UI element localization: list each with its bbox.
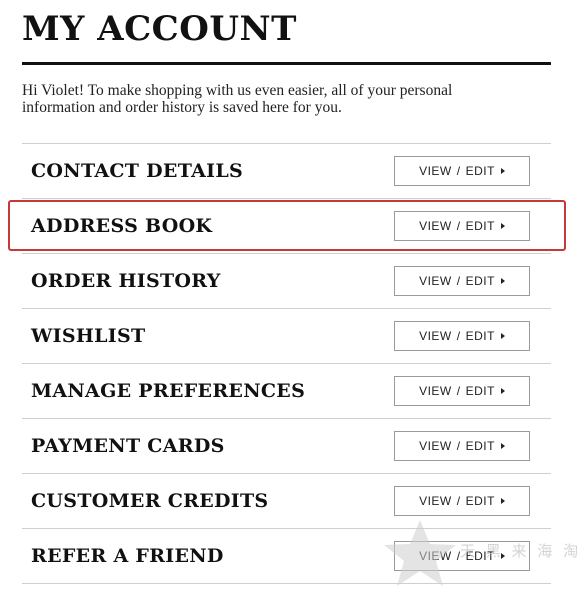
intro-line-2: information and order history is saved h… bbox=[22, 99, 342, 116]
edit-label: EDIT bbox=[465, 494, 495, 508]
section-label: PAYMENT CARDS bbox=[31, 435, 225, 457]
section-label: CONTACT DETAILS bbox=[31, 160, 244, 182]
view-label: VIEW bbox=[419, 384, 452, 398]
view-edit-button[interactable]: VIEW / EDIT bbox=[394, 156, 530, 186]
separator: / bbox=[456, 549, 461, 563]
section-row-manage-preferences: MANAGE PREFERENCES VIEW / EDIT bbox=[22, 363, 551, 418]
edit-label: EDIT bbox=[465, 549, 495, 563]
view-label: VIEW bbox=[419, 494, 452, 508]
edit-label: EDIT bbox=[465, 384, 495, 398]
separator: / bbox=[456, 384, 461, 398]
section-row-address-book: ADDRESS BOOK VIEW / EDIT bbox=[22, 198, 551, 253]
section-label: WISHLIST bbox=[31, 325, 146, 347]
separator: / bbox=[456, 439, 461, 453]
section-label: CUSTOMER CREDITS bbox=[31, 490, 269, 512]
page-title: MY ACCOUNT bbox=[22, 9, 297, 49]
section-row-wishlist: WISHLIST VIEW / EDIT bbox=[22, 308, 551, 363]
view-label: VIEW bbox=[419, 274, 452, 288]
section-label: REFER A FRIEND bbox=[31, 545, 224, 567]
edit-label: EDIT bbox=[465, 329, 495, 343]
section-label: ORDER HISTORY bbox=[31, 270, 221, 292]
arrow-right-icon bbox=[500, 223, 505, 229]
intro-line-1: Hi Violet! To make shopping with us even… bbox=[22, 82, 453, 99]
separator: / bbox=[456, 164, 461, 178]
section-row-contact-details: CONTACT DETAILS VIEW / EDIT bbox=[22, 143, 551, 198]
arrow-right-icon bbox=[500, 388, 505, 394]
view-edit-button[interactable]: VIEW / EDIT bbox=[394, 541, 530, 571]
view-label: VIEW bbox=[419, 439, 452, 453]
edit-label: EDIT bbox=[465, 439, 495, 453]
separator: / bbox=[456, 274, 461, 288]
view-edit-button[interactable]: VIEW / EDIT bbox=[394, 486, 530, 516]
section-row-customer-credits: CUSTOMER CREDITS VIEW / EDIT bbox=[22, 473, 551, 528]
separator: / bbox=[456, 219, 461, 233]
view-edit-button[interactable]: VIEW / EDIT bbox=[394, 211, 530, 241]
edit-label: EDIT bbox=[465, 274, 495, 288]
intro-text: Hi Violet! To make shopping with us even… bbox=[22, 82, 542, 116]
view-edit-button[interactable]: VIEW / EDIT bbox=[394, 266, 530, 296]
edit-label: EDIT bbox=[465, 164, 495, 178]
view-edit-button[interactable]: VIEW / EDIT bbox=[394, 321, 530, 351]
section-row-order-history: ORDER HISTORY VIEW / EDIT bbox=[22, 253, 551, 308]
section-label: MANAGE PREFERENCES bbox=[31, 380, 306, 402]
separator: / bbox=[456, 329, 461, 343]
view-label: VIEW bbox=[419, 164, 452, 178]
view-edit-button[interactable]: VIEW / EDIT bbox=[394, 431, 530, 461]
view-edit-button[interactable]: VIEW / EDIT bbox=[394, 376, 530, 406]
arrow-right-icon bbox=[500, 168, 505, 174]
arrow-right-icon bbox=[500, 553, 505, 559]
section-row-refer-a-friend: REFER A FRIEND VIEW / EDIT bbox=[22, 528, 551, 584]
account-sections-list: CONTACT DETAILS VIEW / EDIT ADDRESS BOOK… bbox=[22, 143, 551, 584]
arrow-right-icon bbox=[500, 278, 505, 284]
section-label: ADDRESS BOOK bbox=[31, 215, 213, 237]
separator: / bbox=[456, 494, 461, 508]
arrow-right-icon bbox=[500, 333, 505, 339]
view-label: VIEW bbox=[419, 329, 452, 343]
arrow-right-icon bbox=[500, 443, 505, 449]
edit-label: EDIT bbox=[465, 219, 495, 233]
view-label: VIEW bbox=[419, 219, 452, 233]
arrow-right-icon bbox=[500, 498, 505, 504]
title-divider bbox=[22, 62, 551, 65]
view-label: VIEW bbox=[419, 549, 452, 563]
section-row-payment-cards: PAYMENT CARDS VIEW / EDIT bbox=[22, 418, 551, 473]
